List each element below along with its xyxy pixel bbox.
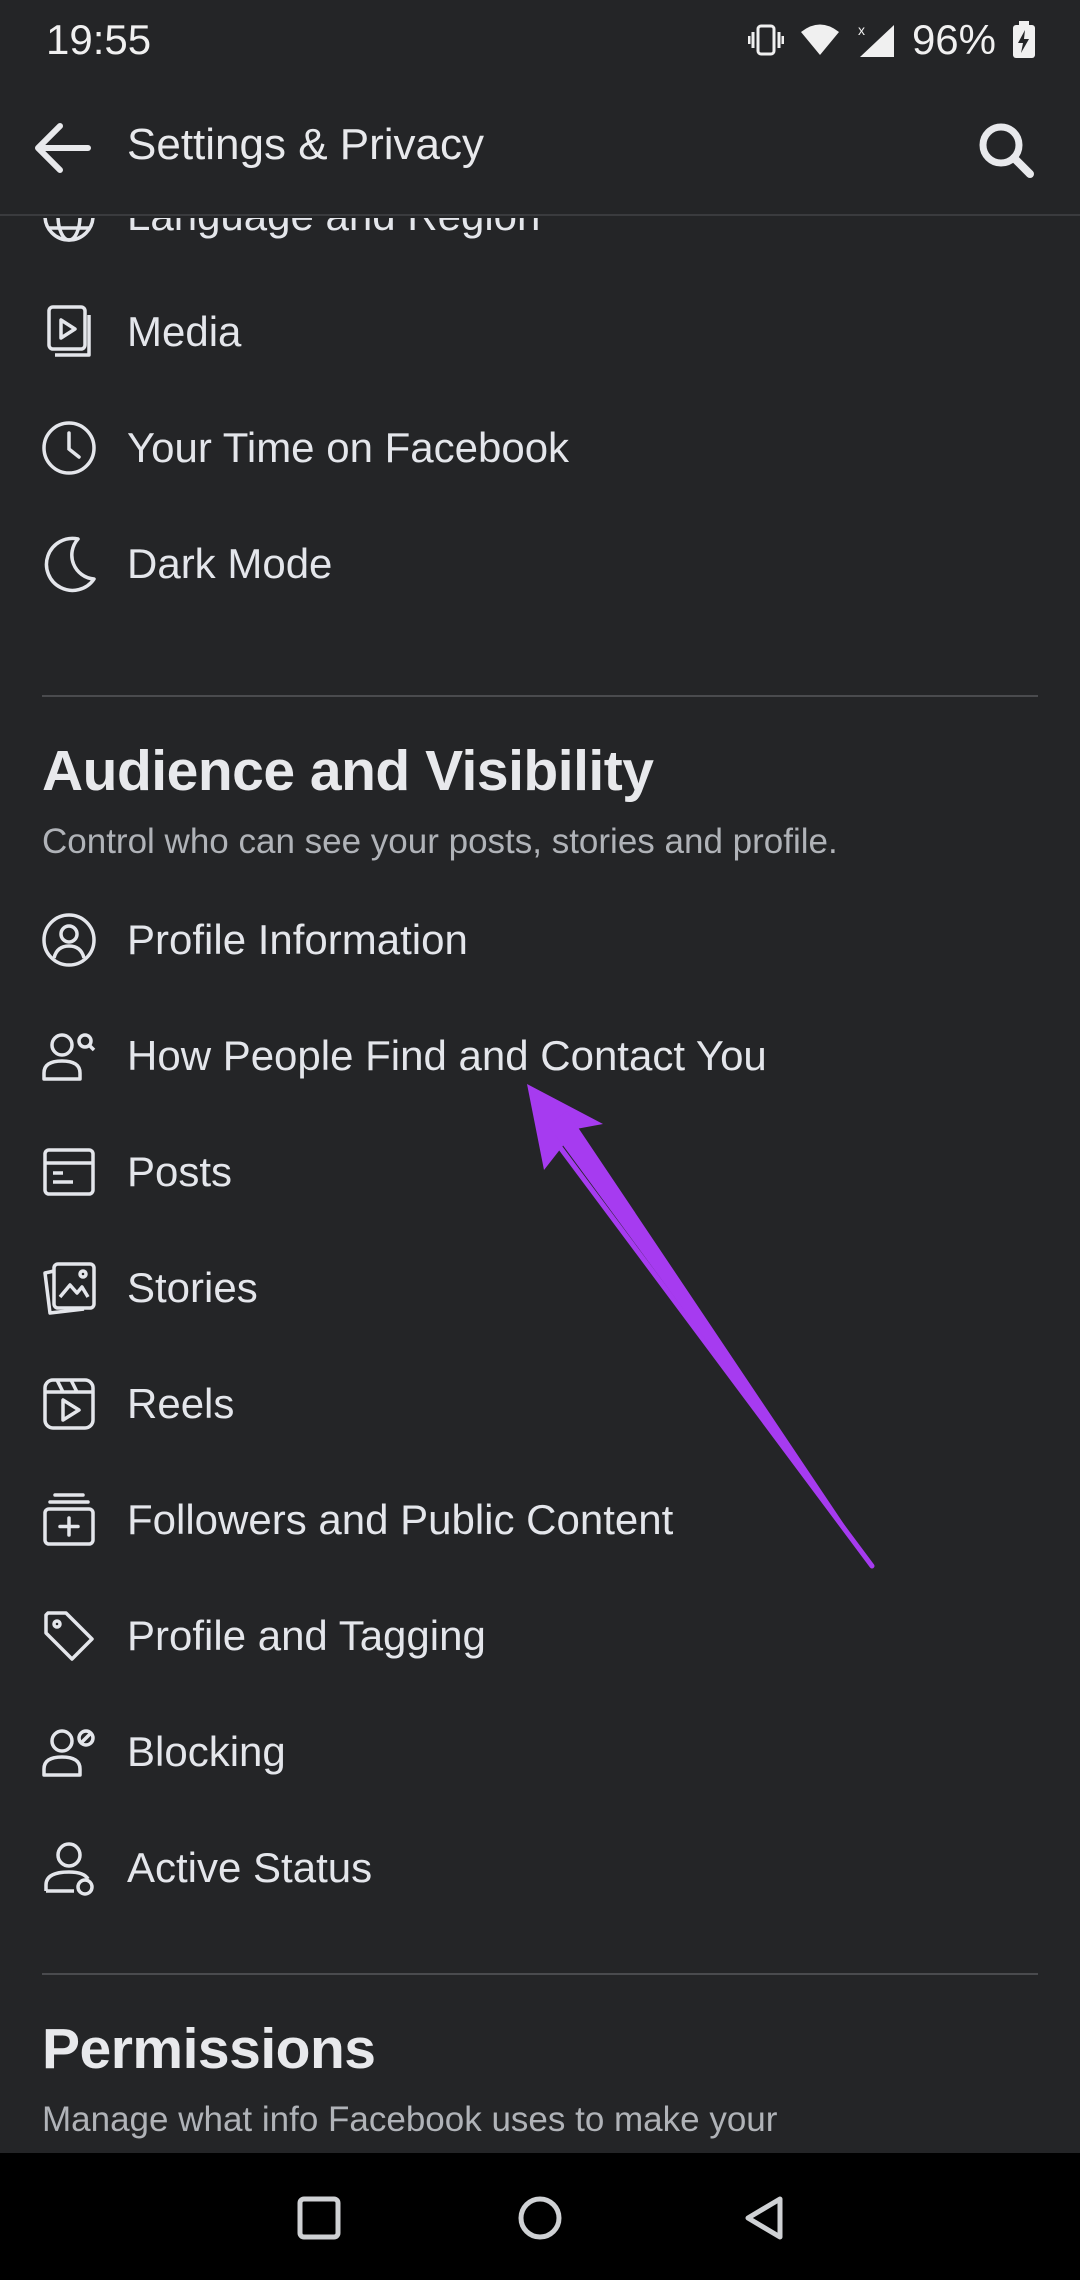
globe-icon: [40, 218, 98, 245]
list-item-label: Language and Region: [127, 218, 540, 240]
list-item-followers[interactable]: Followers and Public Content: [0, 1462, 1080, 1578]
battery-percent: 96%: [911, 16, 996, 63]
list-item-media[interactable]: Media: [0, 274, 1080, 390]
recents-square-icon: [297, 2196, 341, 2240]
list-item-posts[interactable]: Posts: [0, 1114, 1080, 1230]
stories-icon: [40, 1259, 98, 1317]
system-nav-bar: [0, 2153, 1080, 2280]
page-title: Settings & Privacy: [127, 120, 485, 169]
settings-list[interactable]: Language and Region Media Your Time on F…: [0, 218, 1080, 2153]
list-item-dark-mode[interactable]: Dark Mode: [0, 506, 1080, 622]
battery-charging-icon: [1013, 21, 1035, 58]
signal-icon: x: [858, 22, 894, 57]
list-item-label: Blocking: [127, 1728, 286, 1775]
clock-icon: [40, 419, 98, 477]
list-item-label: How People Find and Contact You: [127, 1032, 767, 1079]
section-divider: [42, 695, 1038, 697]
search-button[interactable]: [974, 118, 1038, 182]
list-item-label: Stories: [127, 1264, 258, 1311]
followers-icon: [40, 1491, 98, 1549]
section-subtitle-permissions: Manage what info Facebook uses to make y…: [42, 2100, 778, 2139]
back-nav-button[interactable]: [729, 2183, 799, 2253]
list-item-label: Your Time on Facebook: [127, 424, 570, 471]
profile-circle-icon: [40, 911, 98, 969]
list-item-label: Active Status: [127, 1844, 373, 1891]
people-contact-icon: [40, 1027, 98, 1085]
svg-text:x: x: [858, 22, 865, 38]
list-item-label: Followers and Public Content: [127, 1496, 674, 1543]
home-button[interactable]: [505, 2183, 575, 2253]
list-item-reels[interactable]: Reels: [0, 1346, 1080, 1462]
list-item-label: Posts: [127, 1148, 233, 1195]
list-item-language-region[interactable]: Language and Region: [0, 218, 1080, 274]
section-title-audience: Audience and Visibility: [42, 739, 654, 803]
back-triangle-icon: [745, 2196, 783, 2240]
section-divider: [42, 1973, 1038, 1975]
list-item-profile-tagging[interactable]: Profile and Tagging: [0, 1578, 1080, 1694]
active-status-icon: [40, 1839, 98, 1897]
list-item-your-time[interactable]: Your Time on Facebook: [0, 390, 1080, 506]
status-time: 19:55: [46, 16, 152, 63]
recents-button[interactable]: [284, 2183, 354, 2253]
tag-icon: [40, 1607, 98, 1665]
reels-icon: [40, 1375, 98, 1433]
section-subtitle-audience: Control who can see your posts, stories …: [42, 822, 838, 861]
posts-icon: [40, 1143, 98, 1201]
list-item-label: Dark Mode: [127, 540, 333, 587]
settings-privacy-screen: 19:55 x 96% Settings & Privacy Media You…: [0, 0, 1080, 2280]
blocking-icon: [40, 1723, 98, 1781]
search-icon: [979, 123, 1034, 178]
section-title-permissions: Permissions: [42, 2017, 376, 2081]
back-button[interactable]: [32, 118, 96, 178]
arrow-left-icon: [35, 123, 91, 173]
vibrate-icon: [747, 24, 784, 56]
list-item-active-status[interactable]: Active Status: [0, 1810, 1080, 1926]
list-item-stories[interactable]: Stories: [0, 1230, 1080, 1346]
list-item-how-people-find[interactable]: How People Find and Contact You: [0, 998, 1080, 1114]
list-item-label: Profile Information: [127, 916, 468, 963]
status-icons: x 96%: [747, 16, 1036, 64]
list-item-blocking[interactable]: Blocking: [0, 1694, 1080, 1810]
wifi-icon: [800, 24, 839, 55]
moon-icon: [40, 535, 98, 593]
list-item-profile-information[interactable]: Profile Information: [0, 882, 1080, 998]
home-circle-icon: [518, 2196, 562, 2240]
media-icon: [40, 303, 98, 361]
status-bar: 19:55 x 96%: [0, 0, 1080, 80]
app-header: Settings & Privacy: [0, 80, 1080, 216]
list-item-label: Profile and Tagging: [127, 1612, 486, 1659]
list-item-label: Reels: [127, 1380, 235, 1427]
list-item-label: Media: [127, 308, 242, 355]
